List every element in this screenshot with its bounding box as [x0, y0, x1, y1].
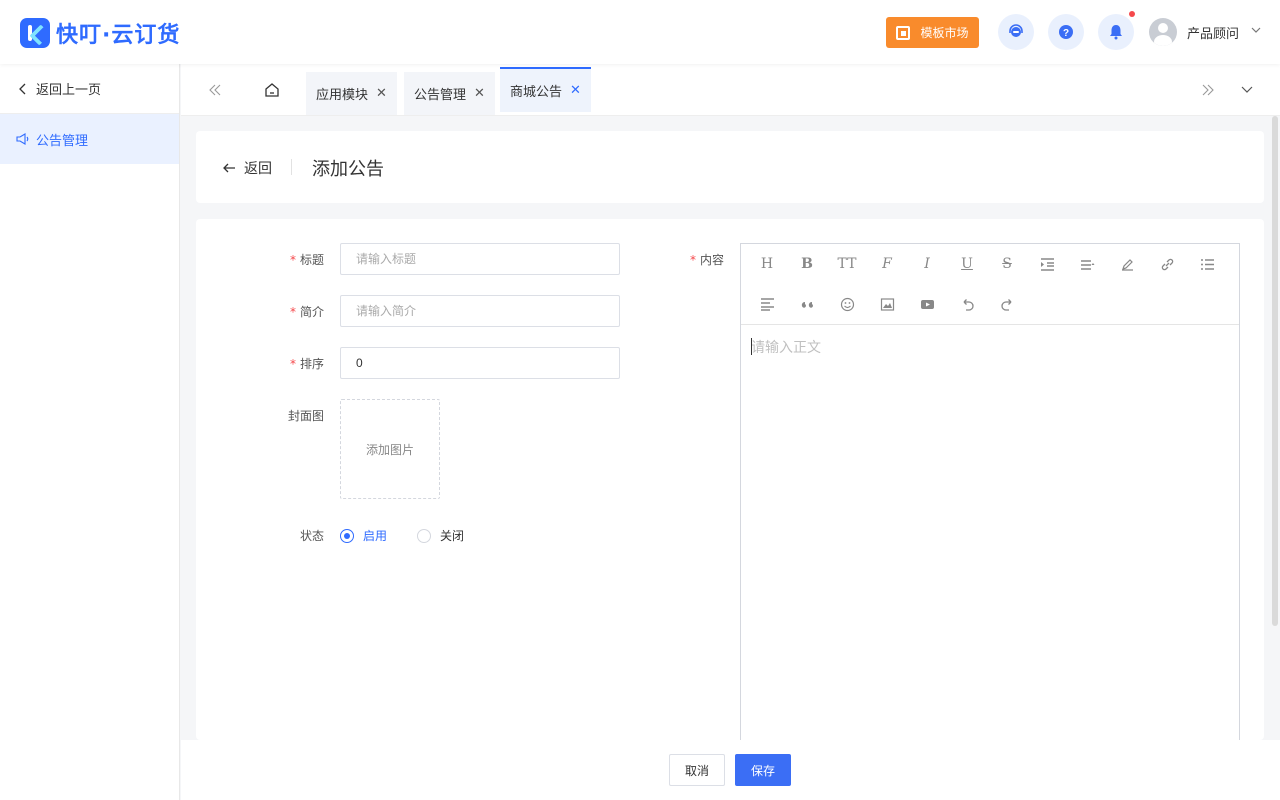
- customer-service-button[interactable]: [998, 14, 1034, 50]
- indent-icon[interactable]: [1033, 250, 1061, 278]
- required-mark: *: [289, 357, 296, 371]
- upload-label: 添加图片: [365, 442, 414, 457]
- required-mark: *: [689, 253, 696, 267]
- redo-icon[interactable]: [993, 290, 1021, 318]
- bell-icon: [1110, 25, 1122, 40]
- sort-input[interactable]: [340, 347, 620, 379]
- required-mark: *: [289, 253, 296, 267]
- top-header: 快叮·云订货 模板市场 ? 产品顾问: [0, 0, 1280, 64]
- sort-label-text: 排序: [299, 357, 324, 371]
- chevron-down-icon[interactable]: [1239, 82, 1255, 98]
- editor-body[interactable]: 请输入正文: [741, 325, 1239, 369]
- template-icon: [896, 25, 911, 40]
- scrollbar[interactable]: [1272, 116, 1278, 626]
- cover-upload[interactable]: 添加图片: [340, 399, 440, 499]
- chevron-left-icon: [19, 83, 26, 94]
- logo-text: 快叮·云订货: [56, 23, 181, 48]
- cancel-button[interactable]: 取消: [669, 754, 725, 786]
- underline-icon[interactable]: U: [953, 250, 981, 278]
- status-enable-radio[interactable]: 启用: [340, 527, 387, 544]
- editor-toolbar: H B TT F I U S: [741, 244, 1239, 325]
- required-mark: *: [289, 305, 296, 319]
- tab-label: 商城公告: [510, 85, 563, 100]
- undo-icon[interactable]: [953, 290, 981, 318]
- emoji-icon[interactable]: [833, 290, 861, 318]
- cover-label: 封面图: [287, 409, 324, 423]
- status-disable-label: 关闭: [440, 529, 465, 543]
- back-button[interactable]: 返回: [222, 158, 272, 178]
- image-icon[interactable]: [873, 290, 901, 318]
- align-icon[interactable]: [753, 290, 781, 318]
- rich-text-editor: H B TT F I U S 请输入正文: [740, 243, 1240, 740]
- save-button[interactable]: 保存: [735, 754, 791, 786]
- help-icon: ?: [1059, 25, 1073, 39]
- home-icon[interactable]: [263, 81, 281, 99]
- back-previous-page[interactable]: 返回上一页: [0, 64, 179, 114]
- title-input[interactable]: [340, 243, 620, 275]
- form-footer: 取消 保存: [181, 740, 1280, 800]
- sort-label: * 排序: [234, 355, 324, 372]
- radio-unchecked-icon: [417, 528, 431, 543]
- arrow-left-icon: [223, 163, 235, 173]
- sidebar: 返回上一页 公告管理: [0, 64, 180, 800]
- close-icon[interactable]: ✕: [570, 83, 581, 98]
- page-header-card: 返回 添加公告: [196, 131, 1264, 203]
- heading-icon[interactable]: H: [753, 250, 781, 278]
- font-family-icon[interactable]: F: [873, 250, 901, 278]
- notification-button[interactable]: [1098, 14, 1134, 50]
- double-chevron-left-icon[interactable]: [207, 82, 223, 98]
- back-previous-label: 返回上一页: [36, 83, 102, 98]
- content-label: * 内容: [634, 251, 724, 268]
- pen-icon[interactable]: [1113, 250, 1141, 278]
- service-icon: [1009, 24, 1023, 37]
- logo-icon: [20, 18, 50, 48]
- quote-icon[interactable]: [793, 290, 821, 318]
- back-label: 返回: [244, 161, 272, 177]
- intro-input[interactable]: [340, 295, 620, 327]
- template-market-button[interactable]: 模板市场: [886, 17, 979, 48]
- line-height-icon[interactable]: [1073, 250, 1101, 278]
- status-disable-radio[interactable]: 关闭: [417, 527, 464, 544]
- svg-text:?: ?: [1063, 28, 1069, 39]
- tabs-bar: 应用模块 ✕ 公告管理 ✕ 商城公告 ✕: [181, 64, 1280, 116]
- content-placeholder: 请输入正文: [751, 340, 821, 356]
- sidebar-item-announcement[interactable]: 公告管理: [0, 114, 179, 164]
- app-logo[interactable]: 快叮·云订货: [20, 17, 180, 49]
- title-label: * 标题: [234, 251, 324, 268]
- tab-app-module[interactable]: 应用模块 ✕: [306, 72, 397, 115]
- status-label: 状态: [299, 529, 324, 543]
- divider: [291, 159, 292, 175]
- status-enable-label: 启用: [363, 529, 388, 543]
- template-market-label: 模板市场: [920, 26, 969, 40]
- avatar[interactable]: [1149, 18, 1177, 46]
- double-chevron-right-icon[interactable]: [1200, 82, 1216, 98]
- intro-label: * 简介: [234, 303, 324, 320]
- intro-label-text: 简介: [299, 305, 324, 319]
- content-label-text: 内容: [699, 253, 724, 267]
- video-icon[interactable]: [913, 290, 941, 318]
- strikethrough-icon[interactable]: S: [993, 250, 1021, 278]
- italic-icon[interactable]: I: [913, 250, 941, 278]
- help-button[interactable]: ?: [1048, 14, 1084, 50]
- tab-label: 公告管理: [414, 88, 467, 103]
- link-icon[interactable]: [1153, 250, 1181, 278]
- bold-icon[interactable]: B: [793, 250, 821, 278]
- megaphone-icon: [16, 133, 29, 145]
- form-card: *标题 *简介 *排序 封面图 添加图片 状态 启用 关闭 *内容 H B TT…: [196, 219, 1264, 740]
- text-caret: [751, 338, 752, 355]
- tab-label: 应用模块: [316, 88, 369, 103]
- tab-mall-announcement[interactable]: 商城公告 ✕: [500, 67, 591, 112]
- chevron-down-icon[interactable]: [1250, 24, 1262, 36]
- user-name[interactable]: 产品顾问: [1187, 23, 1239, 42]
- title-label-text: 标题: [299, 253, 324, 267]
- sidebar-item-label: 公告管理: [36, 133, 89, 149]
- radio-checked-icon: [340, 528, 354, 543]
- font-size-icon[interactable]: TT: [833, 250, 861, 278]
- page-title: 添加公告: [312, 159, 384, 180]
- close-icon[interactable]: ✕: [474, 86, 485, 101]
- close-icon[interactable]: ✕: [376, 86, 387, 101]
- list-icon[interactable]: [1193, 250, 1221, 278]
- tab-announcement-management[interactable]: 公告管理 ✕: [404, 72, 495, 115]
- notification-badge: [1129, 11, 1135, 17]
